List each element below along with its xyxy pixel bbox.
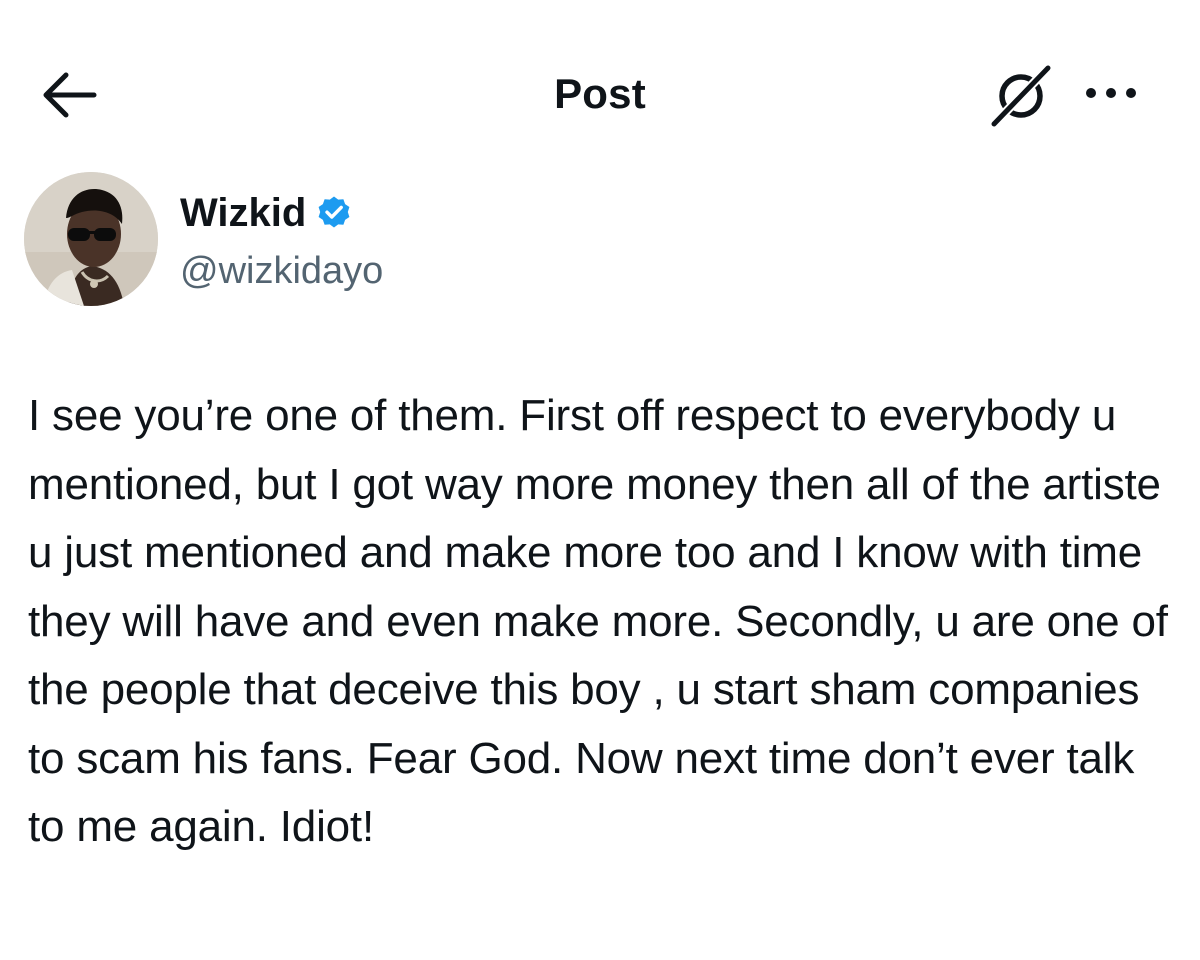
user-handle[interactable]: @wizkidayo [180, 250, 383, 293]
top-navigation-bar: Post [0, 0, 1200, 190]
verified-badge-icon [316, 195, 352, 231]
more-options-button[interactable] [1080, 78, 1146, 108]
avatar-photo [24, 172, 158, 306]
post-text: I see you’re one of them. First off resp… [28, 391, 1168, 851]
more-horizontal-icon [1086, 88, 1136, 98]
arrow-left-icon [43, 72, 97, 118]
display-name[interactable]: Wizkid [180, 191, 306, 236]
grok-icon [991, 65, 1051, 127]
back-button[interactable] [36, 66, 98, 124]
grok-button[interactable] [988, 62, 1054, 128]
post-author: Wizkid @wizkidayo [24, 172, 1174, 312]
name-row: Wizkid [180, 188, 352, 238]
avatar[interactable] [24, 172, 158, 306]
